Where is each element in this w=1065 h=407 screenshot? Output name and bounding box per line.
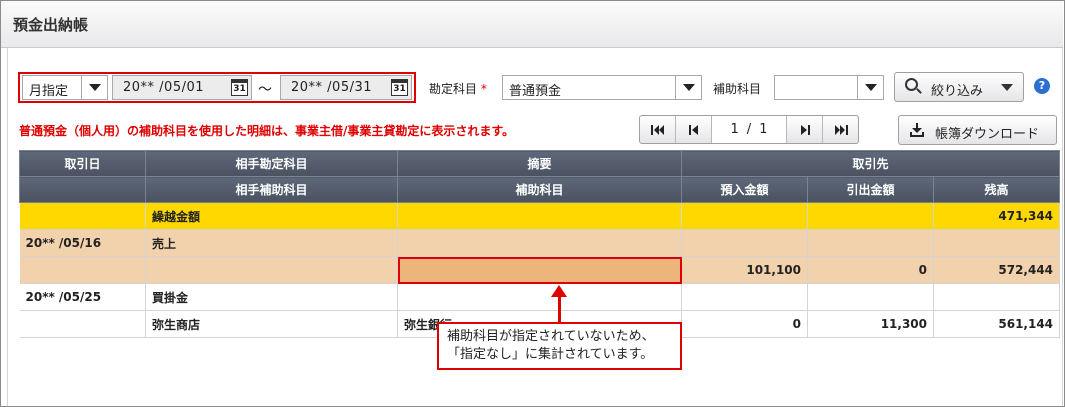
- col-header-withdrawal[interactable]: 引出金額: [807, 176, 934, 203]
- table-cell: [681, 229, 808, 257]
- date-to-field[interactable]: 20** /05/31 31: [280, 75, 412, 100]
- callout-line-2: 「指定なし」に集計されています。: [447, 347, 654, 362]
- table-cell: [681, 283, 808, 311]
- account-select[interactable]: 普通預金: [502, 75, 702, 100]
- ledger-table: 取引日 相手勘定科目 摘要 取引先 相手補助科目 補助科目 預入金額 引出金額 …: [19, 150, 1061, 338]
- col-header-balance[interactable]: 残高: [932, 176, 1061, 203]
- col-header-sub-account[interactable]: 補助科目: [397, 176, 682, 203]
- table-cell: 20** /05/25: [19, 283, 146, 311]
- ledger-download-label: 帳簿ダウンロード: [935, 127, 1040, 142]
- account-label-text: 勘定科目: [429, 82, 478, 96]
- table-cell: [19, 202, 146, 230]
- col-header-counter-sub-account[interactable]: 相手補助科目: [145, 176, 398, 203]
- col-header-date[interactable]: 取引日: [19, 150, 146, 177]
- table-cell: 弥生商店: [145, 310, 398, 338]
- date-from-value: 20** /05/01: [123, 80, 205, 95]
- table-cell: [933, 229, 1061, 257]
- table-cell: 0: [807, 256, 934, 284]
- page-indicator: 1 / 1: [712, 116, 786, 143]
- callout-arrow-line: [558, 296, 561, 324]
- next-page-icon: [800, 124, 810, 135]
- account-value: 普通預金: [509, 84, 562, 99]
- col-header-partner[interactable]: 取引先: [680, 150, 1061, 177]
- account-label: 勘定科目 *: [429, 80, 487, 97]
- col-header-deposit[interactable]: 預入金額: [681, 176, 808, 203]
- table-cell: 101,100: [681, 256, 808, 284]
- chevron-down-icon[interactable]: [857, 76, 883, 99]
- col-header-description[interactable]: 摘要: [397, 150, 682, 177]
- table-cell: [807, 283, 934, 311]
- total-pages: 1: [759, 122, 768, 137]
- date-from-field[interactable]: 20** /05/01 31: [112, 75, 252, 100]
- required-mark: *: [480, 82, 487, 96]
- table-cell: [19, 256, 146, 284]
- ledger-download-button[interactable]: 帳簿ダウンロード: [898, 115, 1057, 145]
- callout-line-1: 補助科目が指定されていないため、: [447, 329, 655, 344]
- calendar-icon[interactable]: 31: [391, 79, 408, 96]
- sub-account-select[interactable]: [774, 75, 884, 100]
- next-page-button[interactable]: [786, 116, 822, 143]
- table-cell: [145, 256, 398, 284]
- table-cell: 572,444: [933, 256, 1061, 284]
- table-cell: 買掛金: [145, 283, 398, 311]
- chevron-down-icon: [1001, 84, 1013, 91]
- narrow-down-button[interactable]: 絞り込み: [894, 72, 1024, 102]
- table-row[interactable]: 20** /05/25 買掛金: [19, 283, 1061, 311]
- last-page-icon: [834, 124, 848, 135]
- table-cell: [19, 310, 146, 338]
- annotation-callout: 補助科目が指定されていないため、 「指定なし」に集計されています。: [437, 322, 682, 370]
- page-title: 預金出納帳: [13, 16, 89, 34]
- pager: 1 / 1: [639, 115, 859, 144]
- help-icon[interactable]: ?: [1034, 78, 1050, 94]
- table-row[interactable]: 101,100 0 572,444: [19, 256, 1061, 284]
- table-cell: 0: [681, 310, 808, 338]
- table-cell: [933, 283, 1061, 311]
- table-header-row: 取引日 相手勘定科目 摘要 取引先: [19, 150, 1061, 177]
- chevron-down-icon[interactable]: [81, 76, 107, 99]
- col-header-blank: [19, 176, 146, 203]
- notice-text: 普通預金（個人用）の補助科目を使用した明細は、事業主借/事業主貸勘定に表示されま…: [19, 124, 515, 138]
- table-cell: [807, 202, 934, 230]
- table-cell: [807, 229, 934, 257]
- calendar-icon[interactable]: 31: [231, 79, 248, 96]
- page-header: 預金出納帳: [1, 1, 1063, 48]
- prev-page-button[interactable]: [676, 116, 712, 143]
- page-separator: /: [746, 122, 752, 137]
- table-row[interactable]: 20** /05/16 売上: [19, 229, 1061, 257]
- current-page: 1: [730, 122, 739, 137]
- col-header-counter-account[interactable]: 相手勘定科目: [145, 150, 398, 177]
- table-row-carry-forward[interactable]: 繰越金額 471,344: [19, 202, 1061, 230]
- table-cell: [397, 202, 682, 230]
- table-cell: [397, 283, 682, 311]
- sub-account-cell-highlight: [397, 256, 682, 284]
- table-cell: 561,144: [933, 310, 1061, 338]
- table-cell: 471,344: [933, 202, 1061, 230]
- table-cell: 繰越金額: [145, 202, 398, 230]
- table-cell: 20** /05/16: [19, 229, 146, 257]
- download-icon: [910, 123, 924, 137]
- table-cell: 11,300: [807, 310, 934, 338]
- search-icon-handle: [916, 88, 922, 94]
- table-header-row: 相手補助科目 補助科目 預入金額 引出金額 残高: [19, 176, 1061, 203]
- date-to-value: 20** /05/31: [291, 80, 373, 95]
- first-page-button[interactable]: [640, 116, 676, 143]
- table-cell: [681, 202, 808, 230]
- prev-page-icon: [688, 124, 698, 135]
- period-mode-value: 月指定: [29, 84, 69, 99]
- first-page-icon: [650, 124, 664, 135]
- last-page-button[interactable]: [822, 116, 858, 143]
- sub-account-label: 補助科目: [713, 82, 762, 96]
- narrow-down-label: 絞り込み: [931, 84, 984, 99]
- table-cell: [397, 229, 682, 257]
- table-cell: 売上: [145, 229, 398, 257]
- period-mode-select[interactable]: 月指定: [22, 75, 108, 100]
- chevron-down-icon[interactable]: [675, 76, 701, 99]
- date-range-separator: ～: [258, 82, 272, 98]
